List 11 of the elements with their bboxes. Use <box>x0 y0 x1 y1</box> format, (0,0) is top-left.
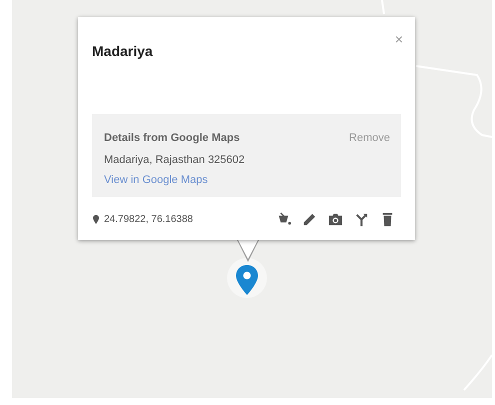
coordinates-text: 24.79822, 76.16388 <box>104 212 193 226</box>
remove-link[interactable]: Remove <box>349 130 390 146</box>
place-title: Madariya <box>92 42 153 61</box>
camera-button[interactable] <box>327 211 343 227</box>
pencil-button[interactable] <box>301 211 317 227</box>
details-heading: Details from Google Maps <box>104 131 240 146</box>
map-pin-icon[interactable] <box>236 265 258 295</box>
pin-icon <box>93 214 99 224</box>
close-button[interactable]: × <box>394 32 403 46</box>
google-maps-link[interactable]: View in Google Maps <box>104 172 208 188</box>
address-text: Madariya, Rajasthan 325602 <box>104 152 246 168</box>
